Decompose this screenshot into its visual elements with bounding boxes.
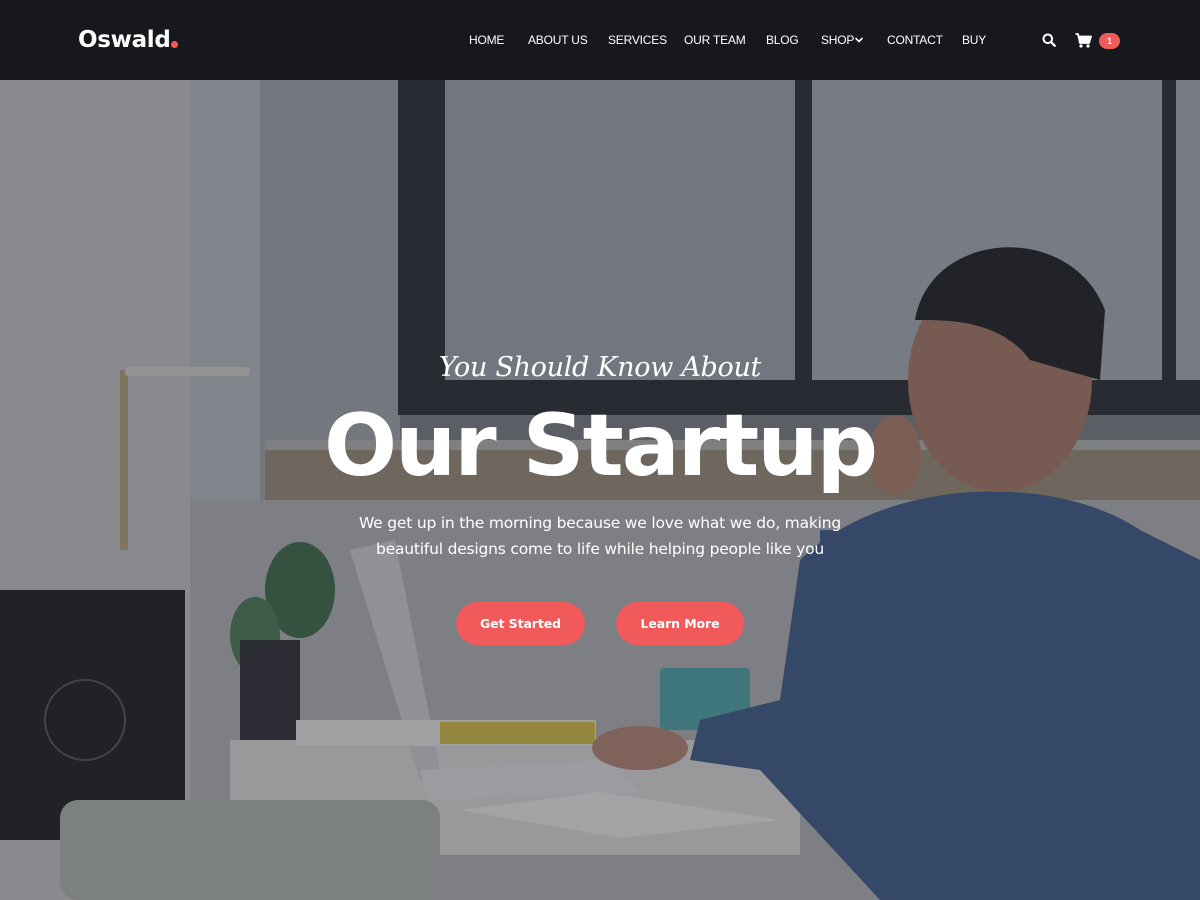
cart-icon[interactable] [1075,33,1092,48]
chevron-down-icon[interactable] [855,36,863,44]
nav-blog[interactable]: BLOG [766,33,799,47]
site-header: Oswald HOME ABOUT US SERVICES OUR TEAM B… [0,0,1200,80]
hero-section: You Should Know About Our Startup We get… [0,80,1200,900]
nav-our-team[interactable]: OUR TEAM [684,33,746,47]
hero-description-line-2: beautiful designs come to life while hel… [375,540,825,558]
logo-dot [171,41,178,48]
nav-about-us[interactable]: ABOUT US [528,33,588,47]
site-logo[interactable]: Oswald [78,27,171,53]
hero-description-line-1: We get up in the morning because we love… [358,514,842,532]
nav-services[interactable]: SERVICES [608,33,667,47]
nav-contact[interactable]: CONTACT [887,33,943,47]
get-started-button[interactable]: Get Started [456,602,585,645]
learn-more-button[interactable]: Learn More [616,602,744,645]
cart-count-badge[interactable]: 1 [1099,33,1120,49]
hero-description: We get up in the morning because we love… [300,510,900,562]
hero-subtitle: You Should Know About [438,352,762,383]
nav-home[interactable]: HOME [469,33,504,47]
nav-buy[interactable]: BUY [962,33,986,47]
search-icon[interactable] [1042,33,1056,47]
hero-title: Our Startup [323,396,878,496]
nav-shop[interactable]: SHOP [821,33,854,47]
